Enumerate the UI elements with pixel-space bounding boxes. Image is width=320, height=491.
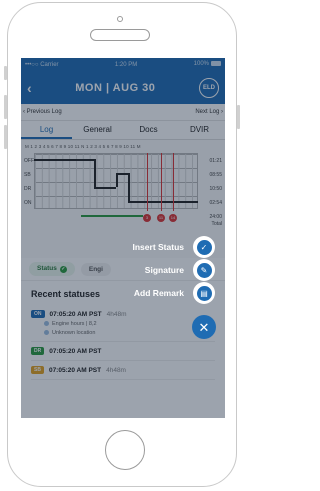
front-camera — [117, 16, 123, 22]
close-button[interactable]: ✕ — [192, 315, 216, 339]
home-button[interactable] — [105, 430, 145, 470]
insert-status-action[interactable]: Insert Status ✓ — [132, 236, 215, 258]
earpiece-speaker — [90, 29, 150, 41]
message-icon: ▤ — [196, 285, 212, 301]
power-button — [237, 105, 240, 129]
add-remark-action[interactable]: Add Remark ▤ — [134, 282, 215, 304]
signature-action-row[interactable]: Signature ✎ — [145, 259, 215, 281]
close-icon: ✕ — [198, 319, 210, 335]
volume-up-button — [4, 95, 7, 119]
signature-button[interactable]: ✎ — [193, 259, 215, 281]
signature-label: Signature — [144, 265, 184, 275]
app-screen: •••○○ Carrier 1:20 PM 100% ‹ MON | AUG 3… — [21, 58, 225, 418]
insert-status-label: Insert Status — [132, 242, 185, 252]
pen-icon: ✎ — [196, 262, 212, 278]
close-action[interactable]: ✕ — [192, 315, 216, 339]
add-remark-label: Add Remark — [133, 288, 184, 298]
mute-switch — [4, 66, 7, 80]
insert-status-button[interactable]: ✓ — [193, 236, 215, 258]
volume-down-button — [4, 125, 7, 149]
check-circle-icon: ✓ — [196, 239, 212, 255]
add-remark-button[interactable]: ▤ — [193, 282, 215, 304]
